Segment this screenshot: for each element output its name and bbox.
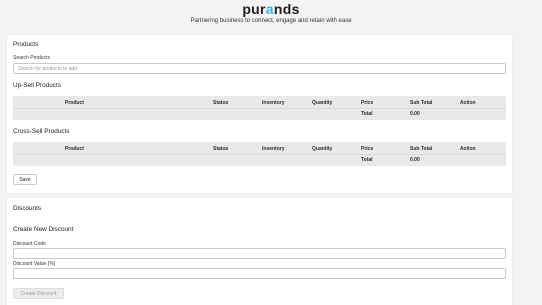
brand-tagline: Partnering business to connect, engage a… bbox=[190, 18, 352, 24]
upsell-table: Product Status Inventory Quantity Price … bbox=[13, 96, 506, 120]
upsell-total-label: Total bbox=[361, 111, 373, 117]
crosssell-table: Product Status Inventory Quantity Price … bbox=[13, 142, 506, 166]
search-products-input[interactable] bbox=[13, 63, 506, 74]
upsell-col-inventory: Inventory bbox=[262, 100, 285, 106]
upsell-section-title: Up-Sell Products bbox=[13, 82, 61, 89]
discounts-card: Discounts Create New Discount Discount C… bbox=[7, 198, 512, 305]
crosssell-col-quantity: Quantity bbox=[312, 146, 333, 152]
upsell-total-value: 0.00 bbox=[410, 111, 420, 117]
crosssell-total-label: Total bbox=[361, 157, 373, 163]
discounts-section-title: Discounts bbox=[13, 205, 42, 212]
discount-code-input[interactable] bbox=[13, 248, 506, 259]
logo-prefix: pur bbox=[242, 1, 266, 17]
upsell-col-subtotal: Sub Total bbox=[410, 100, 433, 106]
search-products-label: Search Products bbox=[13, 55, 50, 61]
crosssell-col-inventory: Inventory bbox=[262, 146, 285, 152]
crosssell-section-title: Cross-Sell Products bbox=[13, 128, 70, 135]
brand-logo: purands bbox=[0, 1, 542, 17]
discount-value-label: Discount Value (%) bbox=[13, 261, 56, 267]
save-button[interactable]: Save bbox=[13, 174, 37, 185]
crosssell-col-status: Status bbox=[213, 146, 229, 152]
upsell-col-status: Status bbox=[213, 100, 229, 106]
create-discount-title: Create New Discount bbox=[13, 226, 74, 233]
crosssell-col-subtotal: Sub Total bbox=[410, 146, 433, 152]
create-discount-button[interactable]: Create Discount bbox=[13, 288, 64, 299]
products-card: Products Search Products Up-Sell Product… bbox=[7, 35, 512, 193]
page-header: purands Partnering business to connect, … bbox=[0, 0, 542, 34]
upsell-col-action: Action bbox=[460, 100, 476, 106]
discount-value-input[interactable] bbox=[13, 268, 506, 279]
logo-suffix: nds bbox=[273, 1, 300, 17]
products-section-title: Products bbox=[13, 41, 39, 48]
crosssell-total-value: 0.00 bbox=[410, 157, 420, 163]
crosssell-col-price: Price bbox=[361, 146, 374, 152]
discount-code-label: Discount Code bbox=[13, 241, 46, 247]
crosssell-row-divider bbox=[13, 154, 506, 155]
crosssell-col-product: Product bbox=[65, 146, 84, 152]
upsell-col-quantity: Quantity bbox=[312, 100, 333, 106]
upsell-col-price: Price bbox=[361, 100, 374, 106]
upsell-row-divider bbox=[13, 108, 506, 109]
logo-accent: a bbox=[265, 1, 274, 17]
crosssell-col-action: Action bbox=[460, 146, 476, 152]
upsell-col-product: Product bbox=[65, 100, 84, 106]
